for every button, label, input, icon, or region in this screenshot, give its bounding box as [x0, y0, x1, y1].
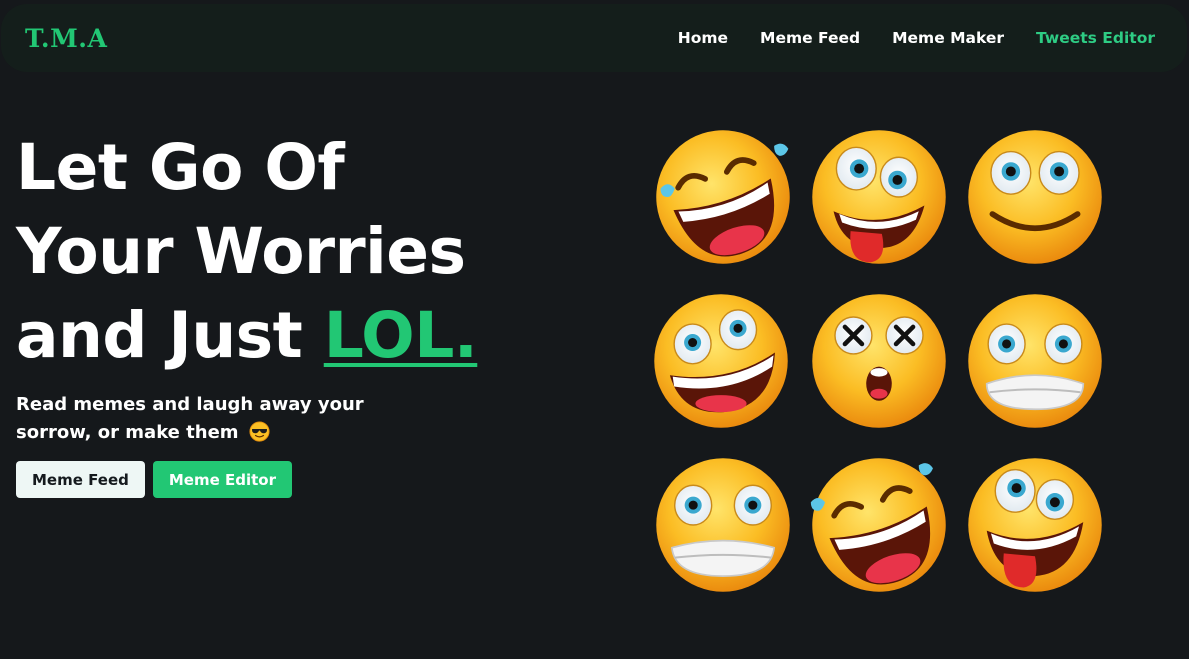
- nav-links: Home Meme Feed Meme Maker Tweets Editor: [646, 29, 1155, 47]
- hero-subtitle: Read memes and laugh away your sorrow, o…: [16, 391, 436, 447]
- emoji-grid: [648, 124, 1114, 594]
- nav-link-meme-feed[interactable]: Meme Feed: [760, 29, 860, 47]
- nav-link-meme-maker[interactable]: Meme Maker: [892, 29, 1004, 47]
- hero-title-line-2: Your Worries: [16, 215, 466, 288]
- hero-subtitle-text: Read memes and laugh away your sorrow, o…: [16, 394, 364, 443]
- hero-title-line-3: and Just LOL.: [16, 294, 478, 378]
- grinning-wide-eyes-emoji-icon: [654, 294, 788, 428]
- hero-title-accent: LOL.: [323, 299, 478, 372]
- wide-eyed-smile-emoji-icon: [968, 130, 1102, 264]
- smiling-face-with-sunglasses-icon: [249, 421, 270, 442]
- grimacing-emoji-icon: [968, 294, 1102, 428]
- nav-link-home[interactable]: Home: [678, 29, 728, 47]
- meme-editor-button[interactable]: Meme Editor: [152, 461, 292, 498]
- rolling-laughing-emoji-icon: [656, 130, 790, 264]
- grimacing-wide-eyes-emoji-icon: [656, 458, 790, 592]
- navbar: T.M.A Home Meme Feed Meme Maker Tweets E…: [1, 4, 1187, 72]
- nav-link-tweets-editor[interactable]: Tweets Editor: [1036, 29, 1155, 47]
- hero-title-line-3-prefix: and Just: [16, 299, 324, 372]
- hero-title-line-1: Let Go Of: [16, 131, 345, 204]
- crazy-tongue-emoji-icon: [812, 130, 946, 264]
- hero-title: Let Go Of Your Worries and Just LOL.: [16, 126, 478, 378]
- rolling-laughing-emoji-icon: [810, 458, 946, 592]
- dizzy-face-emoji-icon: [812, 294, 946, 428]
- meme-feed-button[interactable]: Meme Feed: [16, 461, 145, 498]
- site-logo[interactable]: T.M.A: [25, 24, 107, 53]
- hero-buttons: Meme Feed Meme Editor: [16, 461, 292, 498]
- crazy-tongue-emoji-icon: [968, 458, 1102, 592]
